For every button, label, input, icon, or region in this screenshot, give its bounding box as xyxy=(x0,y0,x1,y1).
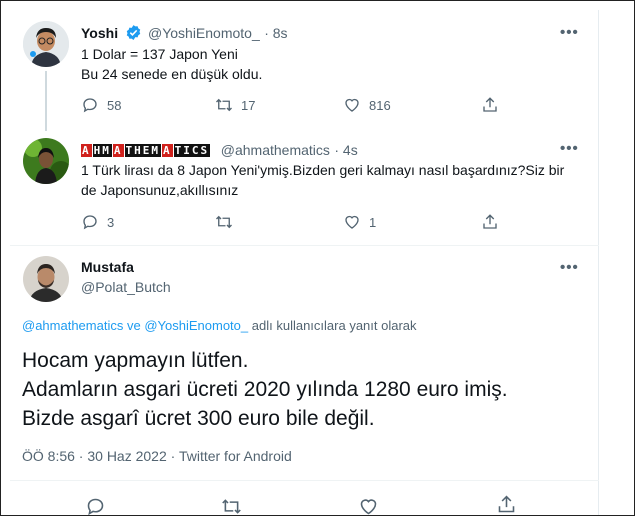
divider xyxy=(10,480,599,481)
retweet-icon xyxy=(222,499,241,514)
retweet-button[interactable]: 17 xyxy=(215,96,255,114)
display-name[interactable]: Mustafa xyxy=(81,259,134,275)
reply-context-text: adlı kullanıcılara yanıt olarak xyxy=(251,318,417,333)
reply-mention-link[interactable]: @ahmathematics xyxy=(22,318,123,333)
avatar-ahmathematics[interactable] xyxy=(23,138,69,184)
user-handle[interactable]: @ahmathematics xyxy=(221,142,330,158)
like-icon xyxy=(360,499,377,515)
reply-conjunction: ve xyxy=(126,318,141,333)
user-handle[interactable]: @YoshiEnomoto_ xyxy=(148,25,260,41)
user-handle[interactable]: @Polat_Butch xyxy=(81,279,171,295)
tweet-time[interactable]: · 4s xyxy=(334,142,357,158)
like-button[interactable]: 1 xyxy=(343,213,376,231)
retweet-button[interactable] xyxy=(221,496,242,517)
tweet-header: Yoshi @YoshiEnomoto_ · 8s xyxy=(81,24,288,46)
badge-segment: THEM xyxy=(124,144,161,157)
reply-icon xyxy=(83,215,97,230)
reply-mention-link[interactable]: @YoshiEnomoto_ xyxy=(144,318,248,333)
retweet-button[interactable] xyxy=(215,213,241,231)
like-count: 1 xyxy=(369,214,377,230)
badge-segment: HM xyxy=(92,144,112,157)
more-icon[interactable]: ••• xyxy=(560,24,579,41)
retweet-icon xyxy=(216,215,232,229)
share-icon xyxy=(483,97,497,112)
share-icon xyxy=(498,495,515,513)
main-tweet-text: Hocam yapmayın lütfen. Adamların asgari … xyxy=(22,349,508,430)
retweet-count: 17 xyxy=(241,97,256,113)
like-icon xyxy=(345,215,359,229)
share-icon xyxy=(483,214,497,229)
share-button[interactable] xyxy=(481,96,499,114)
verified-icon xyxy=(125,24,142,46)
retweet-icon xyxy=(216,98,232,112)
avatar-yoshi[interactable] xyxy=(23,21,69,67)
reply-button[interactable] xyxy=(85,496,106,517)
tweet-header-2: A HM A THEM A TICS @ahmathematics · 4s xyxy=(81,140,358,160)
share-button[interactable] xyxy=(496,494,517,515)
badge-segment: TICS xyxy=(173,144,211,157)
tweet-time[interactable]: · 8s xyxy=(264,25,287,41)
share-button[interactable] xyxy=(481,213,499,231)
tweet-text: 1 Türk lirası da 8 Japon Yeni'ymiş.Bizde… xyxy=(81,162,565,198)
reply-icon xyxy=(83,98,97,113)
more-icon[interactable]: ••• xyxy=(560,140,579,157)
like-button[interactable]: 816 xyxy=(343,96,391,114)
like-button[interactable] xyxy=(358,496,379,517)
avatar-mustafa[interactable] xyxy=(23,256,69,302)
reply-button[interactable]: 3 xyxy=(81,213,114,231)
display-name-badge[interactable]: A HM A THEM A TICS xyxy=(81,140,221,159)
tweet-text: 1 Dolar = 137 Japon Yeni Bu 24 senede en… xyxy=(81,46,263,82)
divider xyxy=(10,245,599,246)
like-count: 816 xyxy=(369,97,391,113)
reply-count: 58 xyxy=(107,97,122,113)
like-icon xyxy=(345,98,359,112)
tweet-meta[interactable]: ÖÖ 8:56 · 30 Haz 2022 · Twitter for Andr… xyxy=(22,448,292,464)
reply-icon xyxy=(87,498,104,516)
display-name[interactable]: Yoshi xyxy=(81,25,118,41)
thread-connector xyxy=(45,71,47,131)
badge-segment: A xyxy=(81,144,92,157)
badge-segment: A xyxy=(112,144,124,157)
reply-button[interactable]: 58 xyxy=(81,96,121,114)
more-icon[interactable]: ••• xyxy=(560,259,579,276)
column-divider xyxy=(598,10,599,515)
reply-context: @ahmathematics ve @YoshiEnomoto_ adlı ku… xyxy=(22,318,417,333)
badge-segment: A xyxy=(162,144,173,157)
reply-count: 3 xyxy=(107,214,115,230)
